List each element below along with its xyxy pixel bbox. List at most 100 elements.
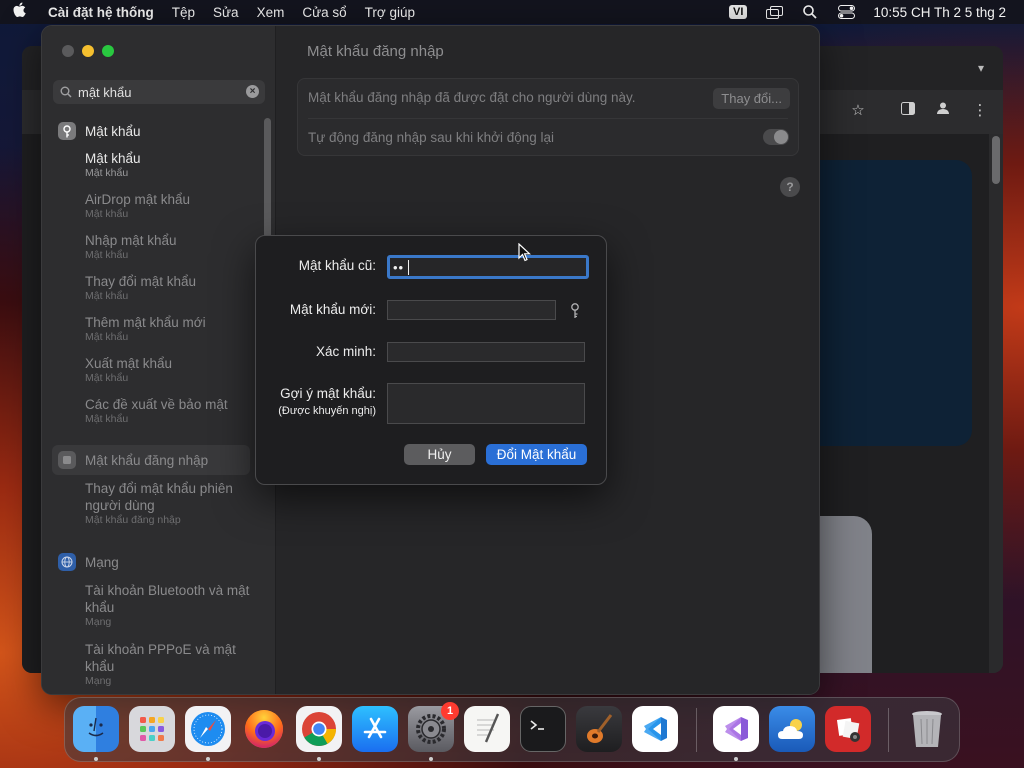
dock-textedit-icon[interactable]: [464, 706, 510, 752]
window-minimize-button[interactable]: [82, 45, 94, 57]
dock-weather-icon[interactable]: [769, 706, 815, 752]
old-password-field[interactable]: ••: [387, 255, 589, 279]
dock-finder-icon[interactable]: [73, 706, 119, 752]
window-zoom-button[interactable]: [102, 45, 114, 57]
menu-app-name[interactable]: Cài đặt hệ thống: [48, 5, 154, 20]
new-password-field[interactable]: [387, 300, 556, 320]
window-close-button[interactable]: [62, 45, 74, 57]
sidebar-item-import-passwords[interactable]: Nhập mật khẩu Mật khẩu: [85, 232, 255, 262]
browser-menu-icon[interactable]: ⋮: [969, 100, 991, 122]
sidebar-item-passwords[interactable]: Mật khẩu Mật khẩu: [85, 150, 255, 180]
sidebar-category-login-password[interactable]: Mật khẩu đăng nhập: [58, 449, 208, 471]
sidebar-item-change-user-session-password[interactable]: Thay đổi mật khẩu phiên người dùng Mật k…: [85, 480, 255, 527]
sidebar-category-passwords[interactable]: Mật khẩu: [58, 120, 141, 142]
sidebar-item-pppoe-accounts[interactable]: Tài khoản PPPoE và mật khẩu Mạng: [85, 641, 255, 688]
password-hint-note: (Được khuyến nghị): [278, 405, 376, 417]
auto-login-text: Tự động đăng nhập sau khi khởi động lại: [308, 130, 555, 145]
menu-window[interactable]: Cửa sổ: [302, 5, 346, 20]
change-password-confirm-button[interactable]: Đổi Mật khẩu: [486, 444, 587, 465]
browser-scrollbar[interactable]: [989, 134, 1003, 673]
dock-garageband-icon[interactable]: [576, 706, 622, 752]
login-password-group: Mật khẩu đăng nhập đã được đặt cho người…: [297, 78, 799, 156]
dock-terminal-icon[interactable]: [520, 706, 566, 752]
sidebar-item-title: Tài khoản Bluetooth và mật khẩu: [85, 583, 250, 615]
chevron-down-icon[interactable]: ▾: [971, 58, 991, 78]
sidebar-item-title: Thay đổi mật khẩu: [85, 274, 197, 289]
sidebar-item-change-password[interactable]: Thay đổi mật khẩu Mật khẩu: [85, 273, 255, 303]
sidebar-item-title: Xuất mật khẩu: [85, 356, 173, 371]
verify-label: Xác minh:: [315, 344, 376, 359]
sidebar-item-title: Nhập mật khẩu: [85, 233, 177, 248]
password-hint-field[interactable]: [387, 383, 585, 424]
bookmark-star-icon[interactable]: ☆: [847, 100, 869, 122]
cancel-button[interactable]: Hủy: [404, 444, 475, 465]
side-panel-icon[interactable]: [897, 100, 919, 122]
menubar-clock[interactable]: 10:55 CH Th 2 5 thg 2: [873, 5, 1006, 20]
sidebar-item-subtitle: Mật khẩu: [85, 208, 129, 220]
sidebar-item-title: AirDrop mật khẩu: [85, 192, 191, 207]
change-password-button[interactable]: Thay đổi...: [713, 88, 790, 109]
text-caret: [408, 260, 409, 275]
dock-firefox-icon[interactable]: [241, 706, 287, 752]
auto-login-toggle[interactable]: [763, 129, 789, 145]
apple-menu-icon[interactable]: [12, 2, 34, 22]
sidebar-item-subtitle: Mật khẩu: [85, 290, 129, 302]
dock-app-store-icon[interactable]: [352, 706, 398, 752]
sidebar-search-field[interactable]: mật khẩu ×: [53, 80, 265, 104]
sidebar-item-subtitle: Mật khẩu đăng nhập: [85, 514, 181, 526]
sidebar-category-network[interactable]: Mạng: [58, 551, 119, 573]
sidebar-item-subtitle: Mạng: [85, 675, 112, 687]
sidebar-item-security-recommendations[interactable]: Các đề xuất về bảo mật Mật khẩu: [85, 396, 255, 426]
menu-file[interactable]: Tệp: [172, 5, 195, 20]
sidebar-category-label: Mật khẩu đăng nhập: [85, 452, 209, 468]
dock-photo-booth-icon[interactable]: [825, 706, 871, 752]
password-assistant-key-icon[interactable]: [568, 303, 582, 321]
input-source-badge[interactable]: VI: [729, 5, 748, 19]
network-globe-icon: [58, 553, 76, 571]
sidebar-item-subtitle: Mật khẩu: [85, 167, 129, 179]
password-hint-label: Gợi ý mật khẩu:: [280, 386, 376, 401]
sidebar-item-title: Thêm mật khẩu mới: [85, 315, 206, 330]
dock: 1: [64, 697, 960, 762]
toggle-knob: [774, 130, 788, 144]
notification-badge: 1: [441, 702, 459, 720]
menu-view[interactable]: Xem: [257, 5, 285, 20]
sidebar-item-subtitle: Mạng: [85, 616, 112, 628]
control-center-icon[interactable]: [837, 5, 855, 19]
sidebar-item-title: Mật khẩu: [85, 151, 141, 166]
search-input[interactable]: mật khẩu: [78, 85, 131, 100]
old-password-label: Mật khẩu cũ:: [298, 258, 376, 273]
sidebar-item-add-password[interactable]: Thêm mật khẩu mới Mật khẩu: [85, 314, 255, 344]
sidebar-scrollbar[interactable]: [264, 118, 271, 238]
help-button[interactable]: ?: [780, 177, 800, 197]
sidebar-item-bluetooth-accounts[interactable]: Tài khoản Bluetooth và mật khẩu Mạng: [85, 582, 255, 629]
dock-trash-icon[interactable]: [904, 706, 950, 752]
browser-scroll-thumb[interactable]: [992, 136, 1000, 184]
dock-safari-icon[interactable]: [185, 706, 231, 752]
verify-password-field[interactable]: [387, 342, 585, 362]
window-switcher-icon[interactable]: [765, 5, 783, 19]
profile-icon[interactable]: [932, 100, 954, 122]
dock-separator: [888, 708, 889, 752]
sidebar-item-subtitle: Mật khẩu: [85, 372, 129, 384]
sidebar-item-export-passwords[interactable]: Xuất mật khẩu Mật khẩu: [85, 355, 255, 385]
sidebar-item-subtitle: Mật khẩu: [85, 331, 129, 343]
running-indicator: [206, 757, 210, 761]
menu-edit[interactable]: Sửa: [213, 5, 239, 20]
page-title: Mật khẩu đăng nhập: [307, 43, 444, 60]
dock-visual-studio-icon[interactable]: [713, 706, 759, 752]
running-indicator: [429, 757, 433, 761]
sidebar-item-airdrop-passwords[interactable]: AirDrop mật khẩu Mật khẩu: [85, 191, 255, 221]
menu-help[interactable]: Trợ giúp: [365, 5, 415, 20]
clear-search-icon[interactable]: ×: [246, 85, 259, 98]
settings-sidebar: mật khẩu × Mật khẩu Mật khẩu Mật khẩu Ai…: [42, 26, 276, 694]
spotlight-search-icon[interactable]: [801, 5, 819, 19]
sidebar-item-subtitle: Mật khẩu: [85, 413, 129, 425]
dock-chrome-icon[interactable]: [296, 706, 342, 752]
running-indicator: [94, 757, 98, 761]
running-indicator: [734, 757, 738, 761]
dock-launchpad-icon[interactable]: [129, 706, 175, 752]
sidebar-item-title: Tài khoản PPPoE và mật khẩu: [85, 642, 236, 674]
key-icon: [58, 122, 76, 140]
dock-vscode-icon[interactable]: [632, 706, 678, 752]
